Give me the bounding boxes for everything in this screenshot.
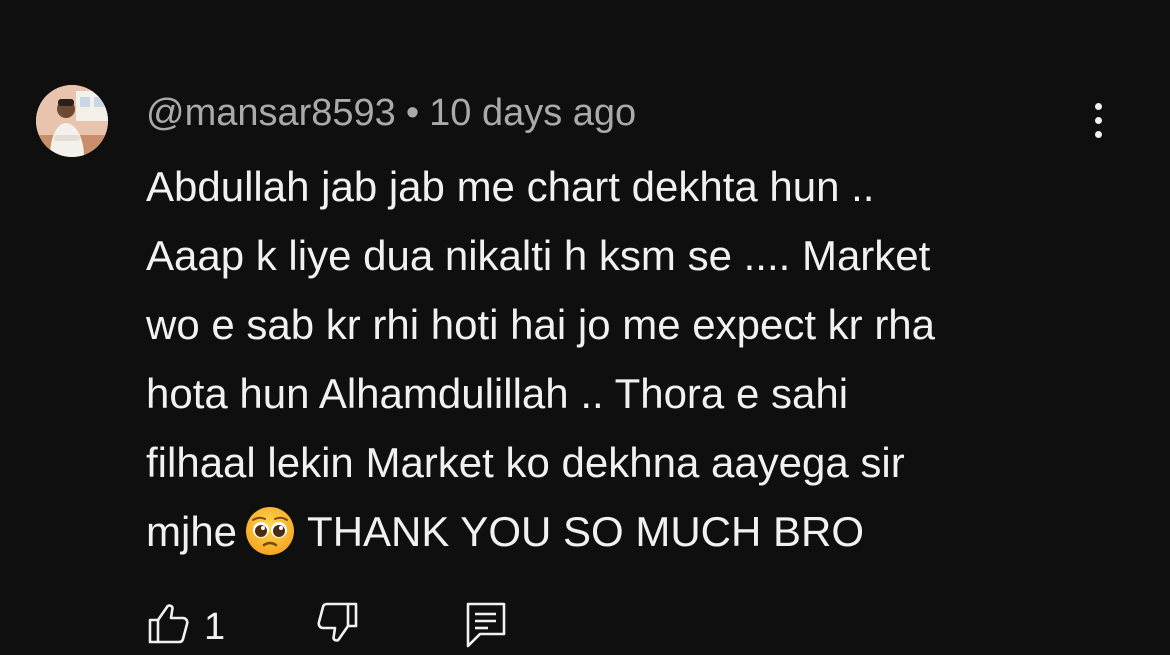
comment-line-last: mjhe THANK YOU SO MUCH BRO (146, 497, 1076, 576)
comment-timestamp[interactable]: 10 days ago (429, 92, 636, 134)
more-actions-button[interactable] (1078, 98, 1118, 142)
comment-body: Abdullah jab jab me chart dekhta hun .. … (146, 152, 1076, 576)
comment-line: Aaap k liye dua nikalti h ksm se .... Ma… (146, 232, 931, 279)
comment-line: Abdullah jab jab me chart dekhta hun .. (146, 163, 875, 210)
comment-text-after-emoji: THANK YOU SO MUCH BRO (307, 508, 864, 555)
thumb-down-icon (317, 602, 358, 642)
comment-meta: @mansar8593 • 10 days ago (146, 90, 636, 136)
more-vert-icon-dot (1094, 102, 1102, 110)
meta-separator: • (405, 92, 420, 134)
avatar[interactable] (36, 85, 108, 157)
comment-thread: @mansar8593 • 10 days ago Abdullah jab jab… (0, 0, 1170, 653)
pleading-face-emoji-icon (241, 506, 299, 576)
more-vert-icon-dot (1094, 116, 1102, 124)
comment-text-before-emoji: mjhe (146, 508, 238, 555)
like-count: 1 (204, 606, 226, 648)
author-handle[interactable]: @mansar8593 (146, 92, 396, 134)
like-button[interactable] (146, 600, 192, 651)
comment-line: hota hun Alhamdulillah .. Thora e sahi (146, 370, 849, 417)
comment-line: wo e sab kr rhi hoti hai jo me expect kr… (146, 301, 936, 348)
more-vert-icon-dot (1094, 130, 1102, 138)
comment-line: filhaal lekin Market ko dekhna aayega si… (146, 439, 905, 486)
reply-comment-icon (466, 602, 506, 648)
thumb-up-icon (148, 604, 189, 644)
dislike-button[interactable] (314, 600, 360, 651)
reply-button[interactable] (464, 600, 510, 655)
avatar-image (36, 85, 108, 157)
